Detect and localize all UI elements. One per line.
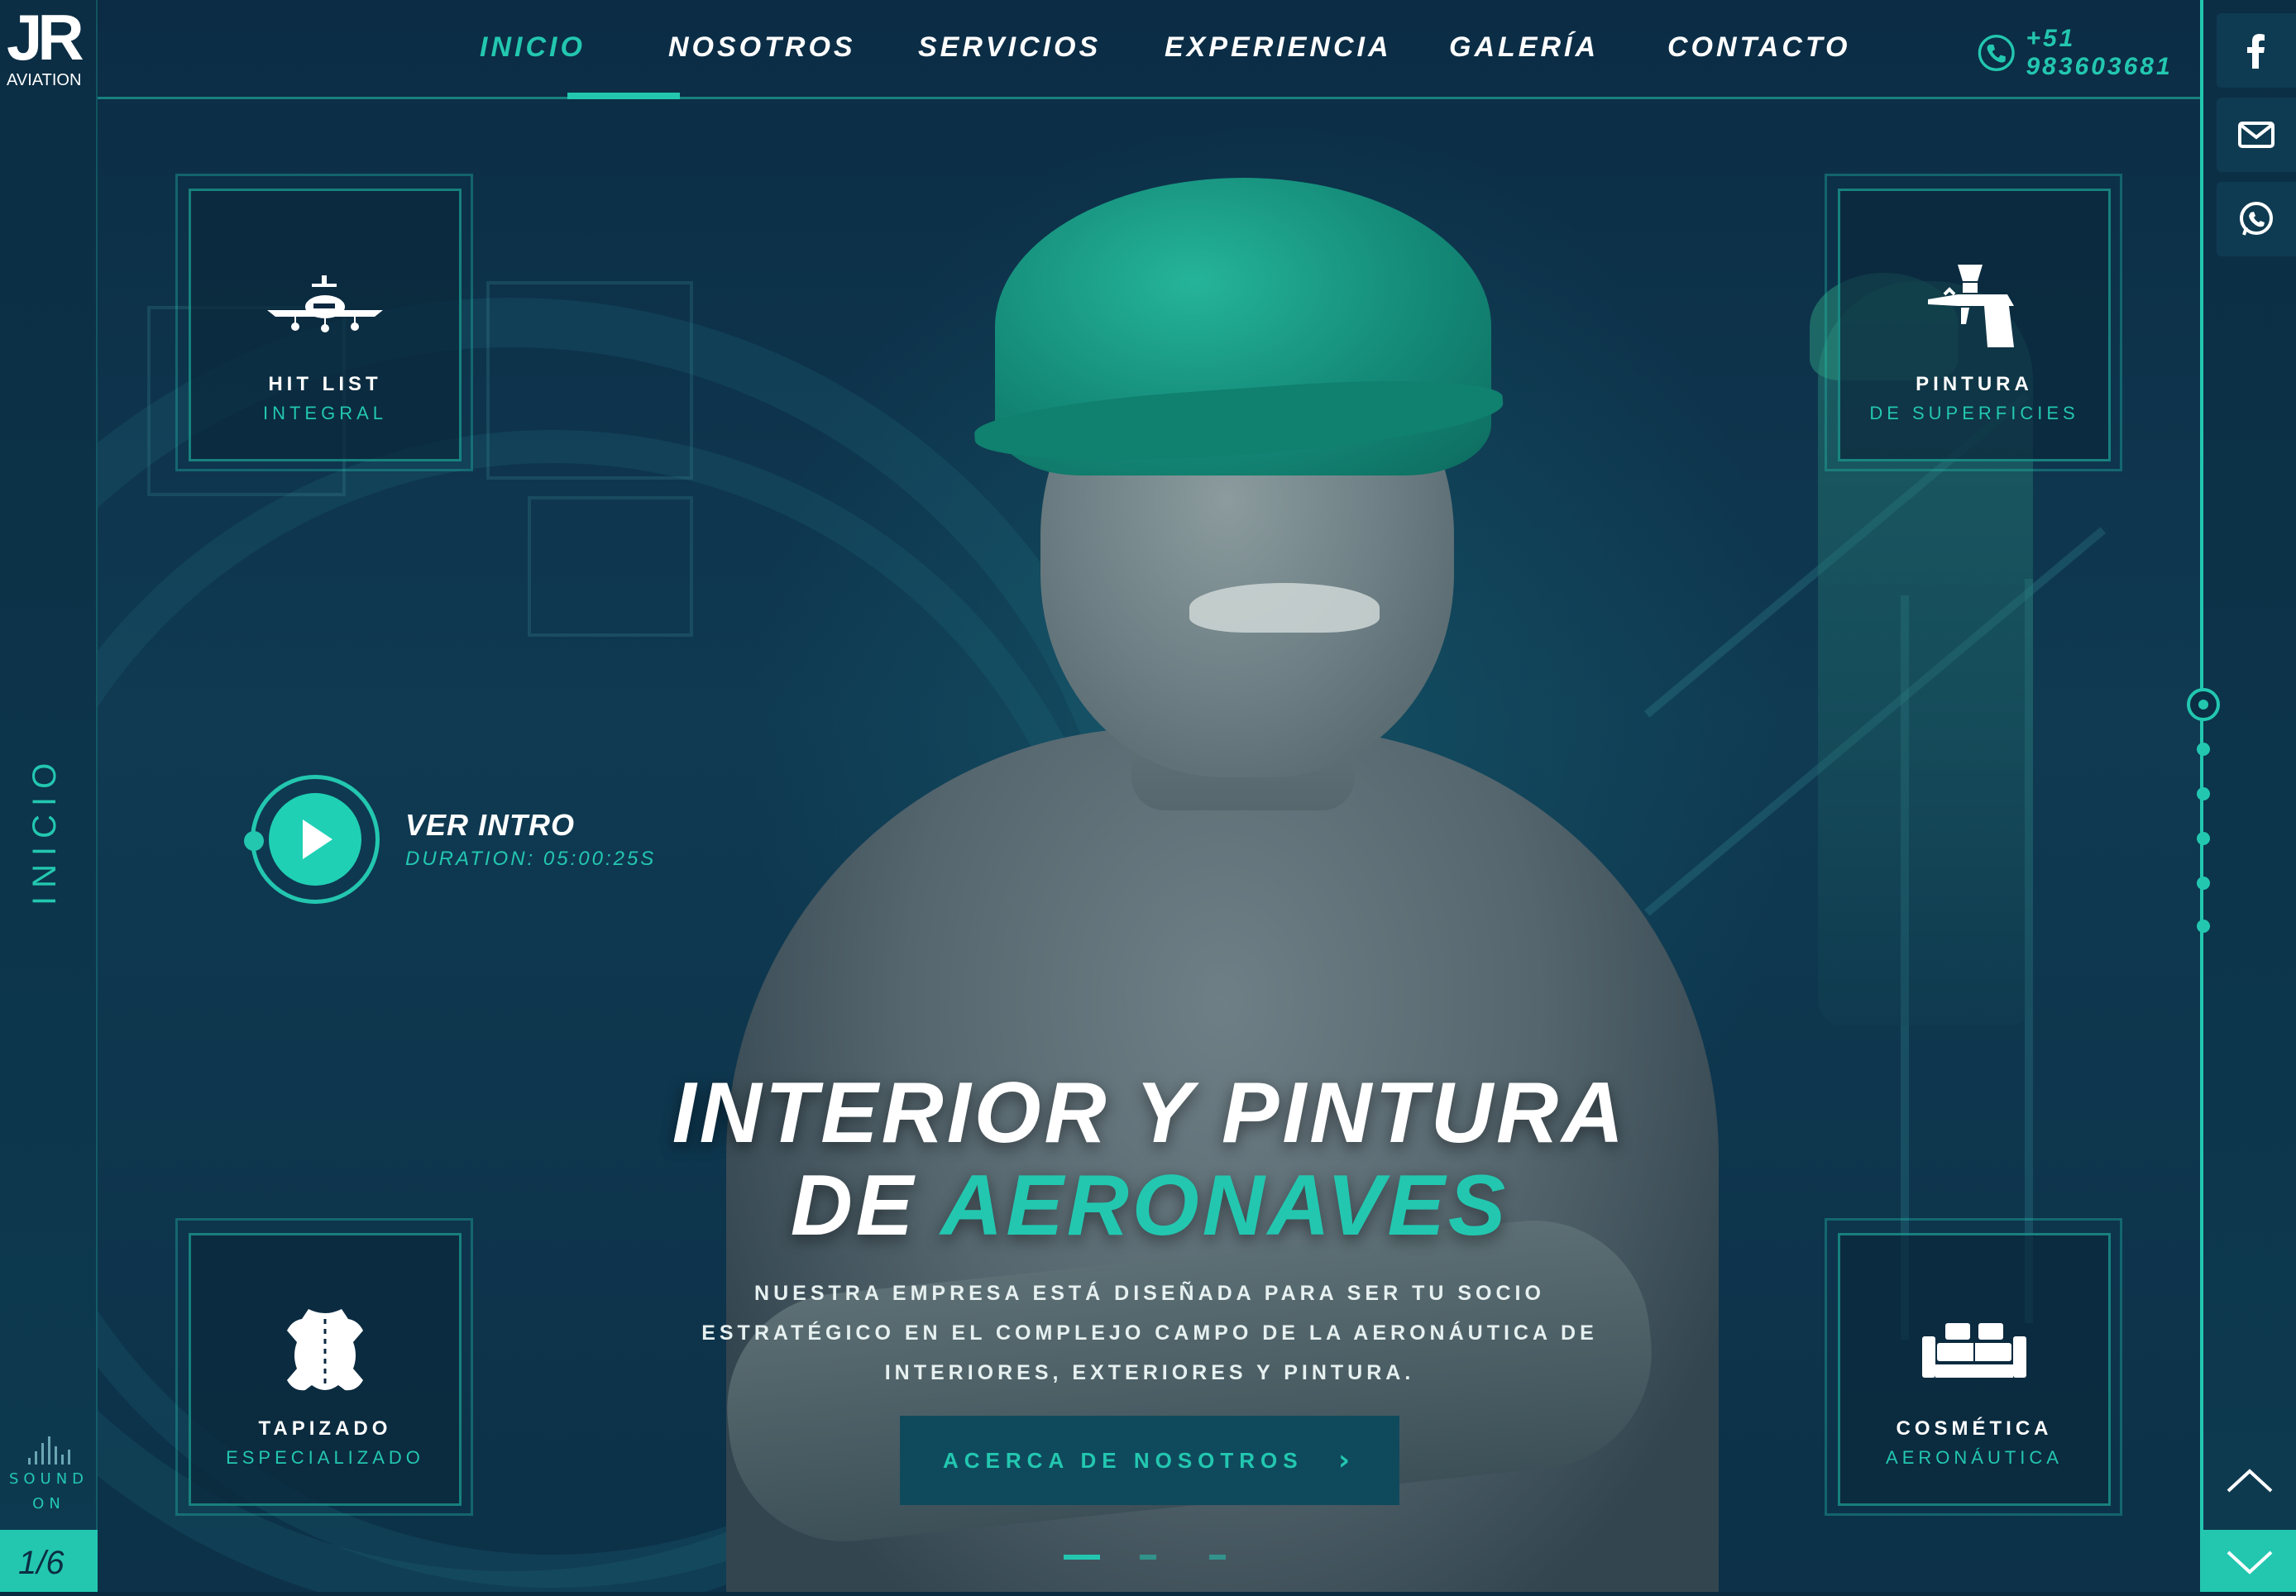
intro-title: VER INTRO <box>405 808 576 842</box>
logo[interactable]: JR AVIATION <box>0 0 98 99</box>
about-us-label: ACERCA DE NOSOTROS <box>943 1447 1303 1473</box>
card-title: TAPIZADO <box>258 1417 392 1440</box>
slide-indicator[interactable] <box>1140 1555 1156 1560</box>
slide-dot-5[interactable] <box>2197 877 2210 890</box>
leather-hide-icon <box>287 1309 363 1391</box>
nav-galeria[interactable]: GALERÍA <box>1449 31 1599 64</box>
card-subtitle: DE SUPERFICIES <box>1869 403 2079 423</box>
sound-wave-icon <box>0 1435 98 1465</box>
phone-link[interactable]: +51 983603681 <box>1977 25 2200 81</box>
mail-icon <box>2238 122 2274 148</box>
service-card-tapizado[interactable]: TAPIZADO ESPECIALIZADO <box>189 1233 462 1506</box>
background-scaffold <box>528 496 693 637</box>
service-card-hit-list[interactable]: HIT LIST INTEGRAL <box>189 189 462 461</box>
facebook-icon <box>2247 34 2265 69</box>
hero-title-line-1: INTERIOR Y PINTURA <box>672 1065 1628 1161</box>
card-subtitle: INTEGRAL <box>262 403 388 423</box>
top-navigation: INICIO NOSOTROS SERVICIOS EXPERIENCIA GA… <box>98 0 2200 99</box>
email-link[interactable] <box>2217 98 2296 172</box>
chevron-right-icon: › <box>1337 1444 1350 1477</box>
logo-subtitle: AVIATION <box>7 71 82 89</box>
play-ring-dot <box>244 831 264 851</box>
airplane-icon <box>267 275 383 332</box>
card-title: PINTURA <box>1916 373 2033 395</box>
scroll-down-button[interactable] <box>2203 1530 2296 1592</box>
slide-indicator[interactable] <box>1209 1555 1226 1560</box>
slide-dot-2[interactable] <box>2197 743 2210 756</box>
hero-description: NUESTRA EMPRESA ESTÁ DISEÑADA PARA SER T… <box>695 1273 1605 1393</box>
spray-gun-icon <box>1928 265 2014 347</box>
nav-active-indicator <box>567 93 680 99</box>
play-icon <box>269 793 361 886</box>
card-title: HIT LIST <box>268 373 382 395</box>
nav-servicios[interactable]: SERVICIOS <box>918 31 1101 64</box>
play-intro-button[interactable]: VER INTRO DURATION: 05:00:25S <box>244 775 707 907</box>
slide-dot-6[interactable] <box>2197 920 2210 933</box>
current-section-label: INICIO <box>26 754 63 906</box>
scroll-up-button[interactable] <box>2203 1431 2296 1530</box>
sofa-icon <box>1922 1323 2026 1378</box>
facebook-link[interactable] <box>2217 13 2296 88</box>
service-card-pintura[interactable]: PINTURA DE SUPERFICIES <box>1838 189 2111 461</box>
hero-description-line: ESTRATÉGICO EN EL COMPLEJO CAMPO DE LA A… <box>701 1321 1598 1345</box>
sound-state: ON <box>32 1495 65 1512</box>
service-card-cosmetica[interactable]: COSMÉTICA AERONÁUTICA <box>1838 1233 2111 1506</box>
left-rail: JR AVIATION INICIO SOUND ON 1/6 <box>0 0 98 1592</box>
hero-title-prefix: DE <box>790 1158 941 1254</box>
sound-label: SOUND <box>8 1470 89 1488</box>
slide-dot-3[interactable] <box>2197 787 2210 800</box>
card-title: COSMÉTICA <box>1896 1417 2053 1440</box>
hero-title-accent: AERONAVES <box>940 1158 1509 1254</box>
logo-mark: JR <box>7 1 84 74</box>
hero-title: INTERIOR Y PINTURA DE AERONAVES <box>629 1067 1671 1252</box>
slide-dot-4[interactable] <box>2197 832 2210 845</box>
phone-icon <box>1978 34 2015 72</box>
slide-dot-1[interactable] <box>2187 688 2220 721</box>
hero-description-line: NUESTRA EMPRESA ESTÁ DISEÑADA PARA SER T… <box>754 1282 1545 1305</box>
card-subtitle: AERONÁUTICA <box>1886 1447 2063 1468</box>
card-subtitle: ESPECIALIZADO <box>226 1447 424 1468</box>
hero-description-line: INTERIORES, EXTERIORES Y PINTURA. <box>884 1361 1415 1384</box>
about-us-button[interactable]: ACERCA DE NOSOTROS › <box>900 1416 1399 1505</box>
intro-duration: DURATION: 05:00:25S <box>405 848 657 870</box>
sound-toggle[interactable]: SOUND ON <box>0 1435 98 1514</box>
whatsapp-icon <box>2240 202 2273 236</box>
phone-number: +51 983603681 <box>2026 25 2173 80</box>
hero-title-line-2: DE AERONAVES <box>629 1159 1671 1252</box>
chevron-down-icon <box>2227 1551 2273 1574</box>
whatsapp-link[interactable] <box>2217 182 2296 256</box>
nav-experiencia[interactable]: EXPERIENCIA <box>1165 31 1392 64</box>
slide-counter: 1/6 <box>0 1530 98 1592</box>
slide-indicator-active[interactable] <box>1064 1555 1100 1560</box>
nav-contacto[interactable]: CONTACTO <box>1667 31 1851 64</box>
nav-nosotros[interactable]: NOSOTROS <box>668 31 856 64</box>
background-scaffold <box>486 281 693 480</box>
chevron-up-icon <box>2227 1469 2273 1493</box>
nav-inicio[interactable]: INICIO <box>480 31 586 64</box>
